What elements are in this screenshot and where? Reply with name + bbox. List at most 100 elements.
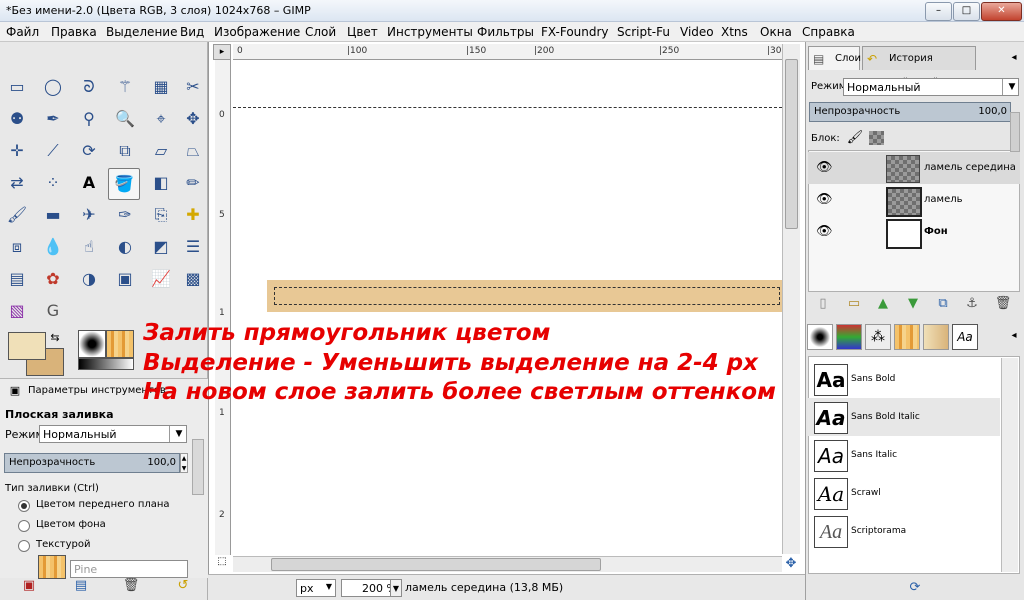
menu-fx-foundry[interactable]: FX-Foundry: [541, 25, 609, 39]
gimp-logo-icon[interactable]: G: [40, 298, 66, 324]
select-by-color-icon[interactable]: ▦: [148, 74, 174, 100]
menu-filters[interactable]: Фильтры: [477, 25, 534, 39]
lock-pixels-icon[interactable]: 🖌: [846, 130, 864, 146]
lower-layer-icon[interactable]: ▼: [904, 296, 922, 312]
curves-icon[interactable]: ▤: [4, 266, 30, 292]
refresh-fonts-icon[interactable]: ⟳: [906, 580, 924, 596]
ink-icon[interactable]: ✑: [112, 202, 138, 228]
layer-row[interactable]: 👁 ламель середина: [808, 152, 1020, 184]
scale-icon[interactable]: ⧉: [112, 138, 138, 164]
font-item[interactable]: Aa Sans Bold Italic: [808, 398, 1000, 436]
airbrush-icon[interactable]: ✈: [76, 202, 102, 228]
menu-xtns[interactable]: Xtns: [721, 25, 748, 39]
layer-opacity-slider[interactable]: Непрозрачность 100,0: [809, 102, 1011, 122]
new-layer-icon[interactable]: ▯: [814, 296, 832, 312]
fill-fg-radio[interactable]: [18, 500, 30, 512]
blend-icon[interactable]: ◧: [148, 170, 174, 196]
font-item[interactable]: Aa Sans Bold: [808, 360, 1000, 398]
ellipse-select-icon[interactable]: ◯: [40, 74, 66, 100]
dock-menu-icon[interactable]: ◂: [1005, 50, 1023, 66]
reset-options-icon[interactable]: ↺: [174, 578, 192, 594]
fill-bg-radio[interactable]: [18, 520, 30, 532]
menu-edit[interactable]: Правка: [51, 25, 97, 39]
smudge-icon[interactable]: ☝: [76, 234, 102, 260]
eye-icon[interactable]: 👁: [816, 192, 833, 207]
layer-group-icon[interactable]: ▭: [845, 296, 863, 312]
font-item[interactable]: Aa Sans Italic: [808, 436, 1000, 474]
heal-icon[interactable]: ✚: [180, 202, 206, 228]
perspective-clone-icon[interactable]: ⧈: [4, 234, 30, 260]
layer-name[interactable]: Фон: [924, 226, 948, 237]
move-icon[interactable]: ✥: [180, 106, 206, 132]
eraser-icon[interactable]: ▬: [40, 202, 66, 228]
opacity-spinner[interactable]: ▲ ▼: [180, 453, 188, 473]
menu-layer[interactable]: Слой: [305, 25, 336, 39]
menu-image[interactable]: Изображение: [214, 25, 300, 39]
canvas-vscrollbar[interactable]: [782, 44, 800, 554]
layer-name[interactable]: ламель: [924, 194, 963, 205]
menu-script-fu[interactable]: Script-Fu: [617, 25, 670, 39]
font-item[interactable]: Aa Scriptorama: [808, 512, 1000, 550]
gradient-preview[interactable]: [78, 358, 134, 370]
delete-layer-icon[interactable]: 🗑: [994, 296, 1012, 312]
rotate-icon[interactable]: ⟳: [76, 138, 102, 164]
fill-bg-label[interactable]: Цветом фона: [36, 519, 106, 530]
dynamics-tab-icon[interactable]: ⁂: [865, 324, 891, 350]
vscroll-thumb[interactable]: [785, 59, 798, 229]
layer-mode-chevron-icon[interactable]: ▼: [1002, 79, 1021, 95]
zoom-toggle-icon[interactable]: ⬚: [213, 556, 231, 572]
quickmask-arrow-icon[interactable]: ▸: [213, 44, 231, 60]
pattern-thumbnail[interactable]: [38, 555, 66, 579]
text-tool-icon[interactable]: A: [76, 170, 102, 196]
save-options-icon[interactable]: ▣: [20, 578, 38, 594]
threshold-icon[interactable]: ◑: [76, 266, 102, 292]
canvas-hscrollbar[interactable]: [233, 556, 782, 572]
layer-row[interactable]: 👁 ламель: [808, 184, 1020, 217]
horizontal-ruler[interactable]: 0 |100 |150 |200 |250 |30: [233, 44, 784, 60]
mode-select[interactable]: Нормальный: [39, 425, 187, 443]
scissors-icon[interactable]: ✂: [180, 74, 206, 100]
delete-options-icon[interactable]: 🗑: [122, 578, 140, 594]
zoom-icon[interactable]: 🔍: [112, 106, 138, 132]
menu-help[interactable]: Справка: [802, 25, 855, 39]
posterize-icon[interactable]: ▣: [112, 266, 138, 292]
paths-icon[interactable]: ✒: [40, 106, 66, 132]
fuzzy-select-icon[interactable]: ⚚: [112, 74, 138, 100]
brushes-tab[interactable]: [807, 324, 833, 350]
anchor-layer-icon[interactable]: ⚓: [963, 296, 981, 312]
fill-pattern-radio[interactable]: [18, 540, 30, 552]
menu-file[interactable]: Файл: [6, 25, 39, 39]
maximize-button[interactable]: □: [953, 2, 980, 21]
unit-select[interactable]: px ▼: [296, 579, 336, 597]
layer-row[interactable]: 👁 Фон: [808, 216, 1020, 249]
fill-pattern-label[interactable]: Текстурой: [36, 539, 91, 550]
menu-select[interactable]: Выделение: [106, 25, 177, 39]
pattern-preview[interactable]: [106, 330, 134, 358]
color-picker-icon[interactable]: ⚲: [76, 106, 102, 132]
duplicate-layer-icon[interactable]: ⧉: [934, 296, 952, 312]
free-select-icon[interactable]: ᘐ: [76, 74, 102, 100]
perspective-icon[interactable]: ⏢: [180, 138, 206, 164]
font-item[interactable]: Aa Scrawl: [808, 474, 1000, 512]
cage-icon[interactable]: ⁘: [40, 170, 66, 196]
menu-windows[interactable]: Окна: [760, 25, 792, 39]
measure-icon[interactable]: ⌖: [148, 106, 174, 132]
shear-icon[interactable]: ▱: [148, 138, 174, 164]
levels-icon[interactable]: ◩: [148, 234, 174, 260]
gegl-icon[interactable]: ▧: [4, 298, 30, 324]
menu-color[interactable]: Цвет: [347, 25, 378, 39]
zoom-chevron-icon[interactable]: ▼: [390, 579, 402, 597]
layer-mode-select[interactable]: Нормальный: [843, 78, 1019, 96]
color-balance-icon[interactable]: ☰: [180, 234, 206, 260]
eye-icon[interactable]: 👁: [816, 224, 833, 239]
layer-name[interactable]: ламель середина: [924, 162, 1016, 173]
close-button[interactable]: ✕: [981, 2, 1022, 21]
eye-icon[interactable]: 👁: [816, 160, 833, 175]
lock-alpha-icon[interactable]: [869, 131, 884, 145]
foreground-select-icon[interactable]: ⚉: [4, 106, 30, 132]
bucket-fill-icon[interactable]: 🪣: [108, 168, 140, 200]
pencil-icon[interactable]: ✏: [180, 170, 206, 196]
fonts-tab[interactable]: Aa: [952, 324, 978, 350]
dodge-burn-icon[interactable]: ◐: [112, 234, 138, 260]
histogram-icon[interactable]: 📈: [148, 266, 174, 292]
